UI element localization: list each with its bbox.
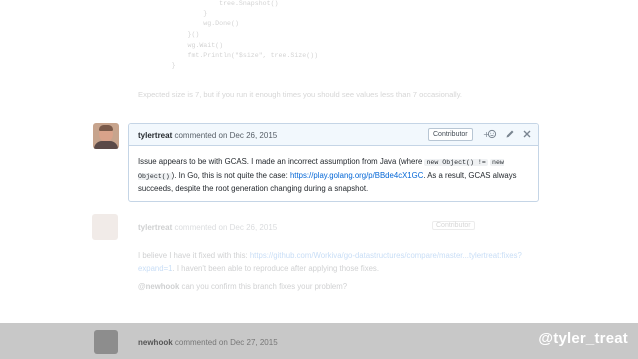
comment-action: commented on — [174, 131, 228, 140]
comment-text: ). In Go, this is not quite the case: — [171, 170, 290, 180]
avatar-hair — [99, 125, 113, 131]
code-line: wg.Wait() — [140, 42, 224, 49]
faded-comment: tylertreat commented on Dec 26, 2015 Con… — [92, 214, 542, 314]
comment-date-link[interactable]: Dec 26, 2015 — [230, 223, 278, 232]
code-line: fmt.Println("$size", tree.Size()) — [140, 52, 319, 59]
comment-date-link[interactable]: Dec 27, 2015 — [230, 338, 278, 347]
comment-meta: tylertreat commented on Dec 26, 2015 — [138, 223, 277, 232]
comment-author-link[interactable]: tylertreat — [138, 223, 172, 232]
close-icon[interactable] — [522, 129, 532, 142]
twitter-handle: @tyler_treat — [538, 330, 628, 347]
code-line: } — [140, 62, 176, 69]
edit-pencil-icon[interactable] — [505, 129, 515, 142]
comment-text: Issue appears to be with GCAS. I made an… — [138, 157, 425, 166]
comment-paragraph: @newhook can you confirm this branch fix… — [138, 281, 532, 294]
code-line: wg.Done() — [140, 20, 239, 27]
code-line: }() — [140, 31, 200, 38]
avatar[interactable] — [94, 330, 118, 354]
code-block: tree.Snapshot() } wg.Done() }() wg.Wait(… — [140, 0, 540, 74]
comment-paragraph: I believe I have it fixed with this: htt… — [138, 250, 532, 275]
comment-action: commented on — [174, 338, 228, 347]
avatar[interactable] — [92, 214, 118, 240]
snippet-caption: Expected size is 7, but if you run it en… — [138, 90, 463, 99]
user-mention-link[interactable]: @newhook — [138, 282, 179, 291]
contributor-badge: Contributor — [432, 221, 475, 230]
contributor-badge: Contributor — [428, 128, 473, 141]
code-line: tree.Snapshot() — [140, 0, 279, 7]
comment-meta: tylertreat commented on Dec 26, 2015 — [138, 131, 277, 140]
comment-text: can you confirm this branch fixes your p… — [179, 282, 348, 292]
comment-text: . I haven't been able to reproduce after… — [172, 263, 379, 273]
comment-action: commented on — [174, 223, 228, 232]
comment-card: tylertreat commented on Dec 26, 2015 Con… — [128, 123, 539, 202]
avatar-shirt — [94, 141, 118, 149]
comment-text: I believe I have it fixed with this: — [138, 251, 250, 260]
comment-date-link[interactable]: Dec 26, 2015 — [230, 131, 278, 140]
emoji-reaction-icon[interactable]: + — [483, 129, 497, 142]
avatar[interactable] — [93, 123, 119, 149]
code-line: } — [140, 10, 208, 17]
comment-author-link[interactable]: newhook — [138, 338, 173, 347]
inline-code: new Object() != — [424, 159, 488, 166]
comment-header: tylertreat commented on Dec 26, 2015 Con… — [129, 124, 538, 146]
comment-author-link[interactable]: tylertreat — [138, 131, 172, 140]
comment-meta: newhook commented on Dec 27, 2015 — [138, 338, 278, 347]
comment-body: I believe I have it fixed with this: htt… — [138, 250, 532, 300]
playground-link[interactable]: https://play.golang.org/p/BBde4cX1GC — [290, 171, 423, 180]
comment-body: Issue appears to be with GCAS. I made an… — [138, 156, 534, 196]
bottom-overlay-strip: newhook commented on Dec 27, 2015 @tyler… — [0, 323, 638, 359]
